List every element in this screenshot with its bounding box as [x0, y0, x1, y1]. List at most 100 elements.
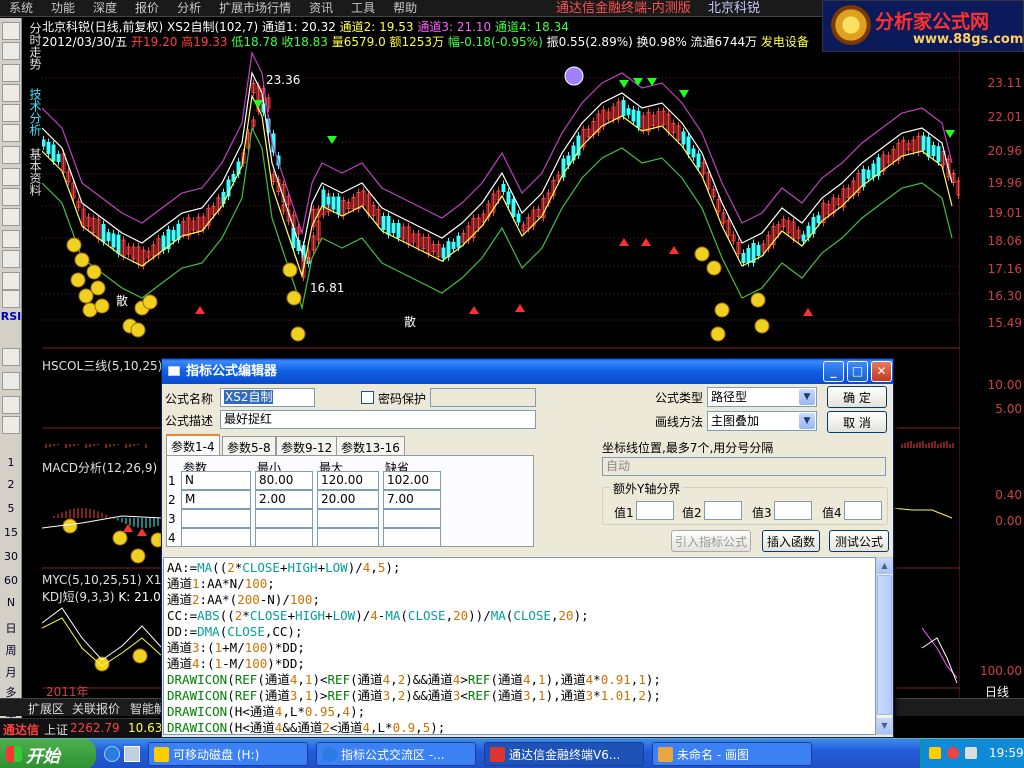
move-icon[interactable]	[2, 348, 20, 366]
formula-code-editor[interactable]: AA:=MA((2*CLOSE+HIGH+LOW)/4,5); 通道1:AA*N/…	[163, 557, 876, 735]
desktop-icon[interactable]	[124, 746, 140, 762]
formula-type-select[interactable]: 路径型 ▼	[707, 387, 817, 407]
menu-item-6[interactable]: 资讯	[300, 0, 342, 17]
tab-tech-analysis[interactable]: 技术分析	[25, 88, 42, 136]
line-chart-icon[interactable]	[2, 64, 20, 82]
tray-security-icon[interactable]	[947, 747, 959, 759]
draw-method-select[interactable]: 主图叠加 ▼	[707, 411, 817, 431]
param-default-input[interactable]	[383, 528, 441, 547]
param-min-input[interactable]	[255, 509, 313, 528]
task-paint[interactable]: 未命名 - 画图	[652, 742, 812, 766]
list-icon[interactable]	[2, 22, 20, 40]
scroll-down-icon[interactable]: ▼	[877, 718, 892, 734]
param-default-input[interactable]: 102.00	[383, 471, 441, 490]
password-input[interactable]	[430, 388, 536, 407]
menu-item-0[interactable]: 系统	[0, 0, 42, 17]
period-button-3[interactable]: 15	[0, 526, 22, 539]
param-max-input[interactable]	[317, 528, 379, 547]
period-button-4[interactable]: 30	[0, 550, 22, 563]
candle-icon[interactable]	[2, 84, 20, 102]
tab-related-quotes[interactable]: 关联报价	[72, 700, 120, 717]
fiz-icon[interactable]	[2, 188, 20, 206]
param-max-input[interactable]: 120.00	[317, 471, 379, 490]
param-min-input[interactable]: 80.00	[255, 471, 313, 490]
minimize-button[interactable]: _	[823, 361, 844, 382]
tab-intraday[interactable]: 分时走势	[25, 22, 42, 70]
close-button[interactable]: ✕	[871, 361, 892, 382]
tray-app-icon[interactable]	[929, 747, 941, 759]
table-icon[interactable]	[2, 104, 20, 122]
export-icon[interactable]	[2, 372, 20, 390]
clock[interactable]: 19:59	[989, 746, 1024, 760]
value-input-1[interactable]	[636, 501, 674, 520]
scroll-thumb[interactable]	[877, 575, 892, 715]
cancel-button[interactable]: 取 消	[827, 411, 887, 433]
ie-icon[interactable]	[104, 746, 120, 762]
menu-item-1[interactable]: 功能	[42, 0, 84, 17]
volume-icon[interactable]	[965, 747, 977, 759]
tab-params-9-12[interactable]: 参数9-12	[276, 436, 338, 456]
maximize-button[interactable]: □	[847, 361, 868, 382]
menu-item-2[interactable]: 深度	[84, 0, 126, 17]
task-forum[interactable]: 指标公式交流区 -...	[316, 742, 476, 766]
f10-icon[interactable]	[2, 124, 20, 142]
start-button[interactable]: 开始	[0, 739, 96, 768]
param-name-input[interactable]	[181, 528, 251, 547]
tab-ext-area[interactable]: 扩展区	[28, 700, 64, 717]
func-icon[interactable]	[2, 208, 20, 226]
tab-params-13-16[interactable]: 参数13-16	[336, 436, 405, 456]
param-min-input[interactable]	[255, 528, 313, 547]
rsi-button[interactable]: RSI	[0, 310, 22, 323]
param-default-input[interactable]	[383, 509, 441, 528]
ok-button[interactable]: 确 定	[827, 386, 887, 408]
password-checkbox[interactable]	[361, 391, 374, 404]
param-name-input[interactable]: N	[181, 471, 251, 490]
coord-input[interactable]: 自动	[602, 457, 886, 476]
test-formula-button[interactable]: 测试公式	[829, 530, 889, 552]
param-min-input[interactable]: 2.00	[255, 490, 313, 509]
menu-item-4[interactable]: 分析	[168, 0, 210, 17]
menu-item-3[interactable]: 报价	[126, 0, 168, 17]
value-input-2[interactable]	[704, 501, 742, 520]
code-scrollbar[interactable]: ▲ ▼	[876, 557, 893, 735]
param-max-input[interactable]: 20.00	[317, 490, 379, 509]
scroll-up-icon[interactable]: ▲	[877, 558, 892, 574]
period-button-1[interactable]: 2	[0, 478, 22, 491]
param-name-input[interactable]: M	[181, 490, 251, 509]
formula-desc-input[interactable]: 最好捉红	[220, 410, 536, 429]
grid-icon[interactable]	[2, 42, 20, 60]
period-button-9[interactable]: 月	[0, 664, 22, 680]
dialog-titlebar[interactable]: 指标公式编辑器 _ □ ✕	[162, 359, 893, 384]
period-button-8[interactable]: 周	[0, 642, 22, 658]
window-icon[interactable]	[2, 250, 20, 268]
finance-icon[interactable]	[2, 146, 20, 164]
zoom-icon[interactable]	[2, 230, 20, 248]
formula-name-input[interactable]: XS2自制	[220, 388, 315, 407]
period-button-0[interactable]: 1	[0, 456, 22, 469]
task-tdx-terminal[interactable]: 通达信金融终端V6...	[484, 742, 644, 766]
menu-item-8[interactable]: 帮助	[384, 0, 426, 17]
rsi-icon[interactable]	[2, 290, 20, 308]
period-button-7[interactable]: 日	[0, 620, 22, 636]
param-max-input[interactable]	[317, 509, 379, 528]
period-button-6[interactable]: N	[0, 596, 22, 609]
value-input-4[interactable]	[844, 501, 882, 520]
tab-fundamentals[interactable]: 基本资料	[25, 148, 42, 196]
menu-item-7[interactable]: 工具	[342, 0, 384, 17]
tab-params-1-4[interactable]: 参数1-4	[166, 434, 220, 456]
param-name-input[interactable]	[181, 509, 251, 528]
task-removable-disk[interactable]: 可移动磁盘 (H:)	[148, 742, 308, 766]
period-button-2[interactable]: 5	[0, 502, 22, 515]
candle-body	[111, 233, 116, 248]
tab-params-5-8[interactable]: 参数5-8	[222, 436, 276, 456]
pencil-icon[interactable]	[2, 396, 20, 414]
menu-item-5[interactable]: 扩展市场行情	[210, 0, 300, 17]
f5-icon[interactable]	[2, 168, 20, 186]
fs-icon[interactable]	[2, 416, 20, 434]
indicator-icon[interactable]	[2, 272, 20, 290]
insert-function-button[interactable]: 插入函数	[762, 530, 820, 552]
param-default-input[interactable]: 7.00	[383, 490, 441, 509]
import-formula-button[interactable]: 引入指标公式	[671, 530, 751, 552]
period-button-5[interactable]: 60	[0, 574, 22, 587]
value-input-3[interactable]	[774, 501, 812, 520]
